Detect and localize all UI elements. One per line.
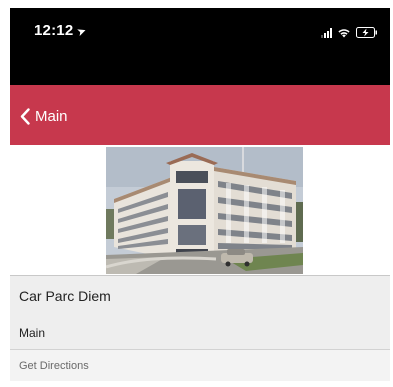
get-directions-button[interactable]: Get Directions xyxy=(10,349,390,381)
app-screen: 12:12 ➤ Main Car Parc Diem Main Get Dire… xyxy=(0,0,393,387)
location-arrow-icon: ➤ xyxy=(75,24,89,40)
time-label: 12:12 xyxy=(34,22,74,39)
status-bar: 12:12 ➤ xyxy=(10,8,390,85)
chevron-left-icon xyxy=(20,107,30,125)
cellular-signal-icon xyxy=(321,28,332,38)
wifi-icon xyxy=(337,27,351,38)
battery-charging-icon xyxy=(356,27,378,38)
location-title: Car Parc Diem xyxy=(10,275,390,316)
photo-area xyxy=(10,145,390,275)
status-icons xyxy=(321,24,378,38)
status-time: 12:12 ➤ xyxy=(34,22,89,40)
location-subtitle: Main xyxy=(19,325,46,340)
back-button[interactable]: Main xyxy=(20,105,68,127)
back-label: Main xyxy=(35,107,68,125)
navigation-bar: Main xyxy=(10,85,390,145)
location-info: Car Parc Diem Main Get Directions xyxy=(10,275,390,381)
parking-garage-photo xyxy=(106,147,303,274)
